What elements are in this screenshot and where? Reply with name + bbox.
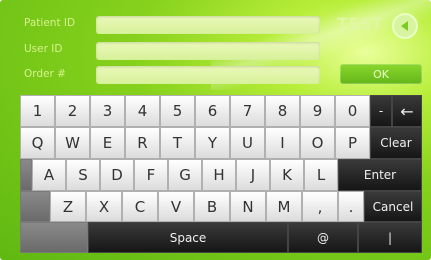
key-0[interactable]: 0 — [335, 95, 370, 127]
row5-spacer — [20, 222, 88, 253]
user-id-field[interactable] — [96, 42, 320, 60]
key-s[interactable]: S — [66, 159, 100, 191]
key-6[interactable]: 6 — [195, 95, 230, 127]
order-field[interactable] — [96, 66, 320, 84]
key-f[interactable]: F — [134, 159, 168, 191]
key-m[interactable]: M — [266, 191, 302, 222]
row4-spacer — [20, 191, 50, 222]
key-x[interactable]: X — [86, 191, 122, 222]
key-e[interactable]: E — [90, 127, 125, 159]
key-d[interactable]: D — [100, 159, 134, 191]
key-h[interactable]: H — [202, 159, 236, 191]
key-b[interactable]: B — [194, 191, 230, 222]
key-u[interactable]: U — [230, 127, 265, 159]
order-label: Order # — [24, 68, 66, 80]
key-7[interactable]: 7 — [230, 95, 265, 127]
row3-spacer — [20, 159, 32, 191]
key-r[interactable]: R — [125, 127, 160, 159]
test-entry-screen: Patient ID User ID Order # TEST OK 1 2 3… — [0, 0, 431, 260]
key-j[interactable]: J — [236, 159, 270, 191]
key-p[interactable]: P — [335, 127, 370, 159]
test-label: TEST — [337, 14, 384, 33]
key-9[interactable]: 9 — [300, 95, 335, 127]
key-a[interactable]: A — [32, 159, 66, 191]
key-q[interactable]: Q — [20, 127, 55, 159]
key-3[interactable]: 3 — [90, 95, 125, 127]
patient-id-label: Patient ID — [24, 17, 76, 29]
key-1[interactable]: 1 — [20, 95, 55, 127]
key-w[interactable]: W — [55, 127, 90, 159]
back-arrow-icon — [401, 21, 408, 31]
key-5[interactable]: 5 — [160, 95, 195, 127]
key-4[interactable]: 4 — [125, 95, 160, 127]
back-button[interactable] — [392, 13, 418, 39]
key-n[interactable]: N — [230, 191, 266, 222]
clear-button[interactable]: Clear — [370, 127, 422, 159]
key-t[interactable]: T — [160, 127, 195, 159]
key-z[interactable]: Z — [50, 191, 86, 222]
space-key[interactable]: Space — [88, 222, 288, 253]
minus-key[interactable]: - — [370, 95, 392, 127]
key-g[interactable]: G — [168, 159, 202, 191]
enter-button[interactable]: Enter — [338, 159, 422, 191]
key-c[interactable]: C — [122, 191, 158, 222]
key-l[interactable]: L — [304, 159, 338, 191]
on-screen-keyboard: 1 2 3 4 5 6 7 8 9 0 - ← Q W E R T Y U I … — [20, 95, 422, 253]
backspace-key[interactable]: ← — [392, 95, 422, 127]
key-o[interactable]: O — [300, 127, 335, 159]
key-comma[interactable]: , — [302, 191, 338, 222]
key-v[interactable]: V — [158, 191, 194, 222]
user-id-label: User ID — [24, 43, 63, 55]
at-key[interactable]: @ — [288, 222, 358, 253]
key-y[interactable]: Y — [195, 127, 230, 159]
patient-id-field[interactable] — [96, 16, 320, 34]
key-i[interactable]: I — [265, 127, 300, 159]
key-k[interactable]: K — [270, 159, 304, 191]
key-8[interactable]: 8 — [265, 95, 300, 127]
cancel-button[interactable]: Cancel — [364, 191, 422, 222]
ok-button[interactable]: OK — [340, 64, 422, 84]
key-period[interactable]: . — [338, 191, 364, 222]
key-2[interactable]: 2 — [55, 95, 90, 127]
pipe-key[interactable]: | — [358, 222, 422, 253]
